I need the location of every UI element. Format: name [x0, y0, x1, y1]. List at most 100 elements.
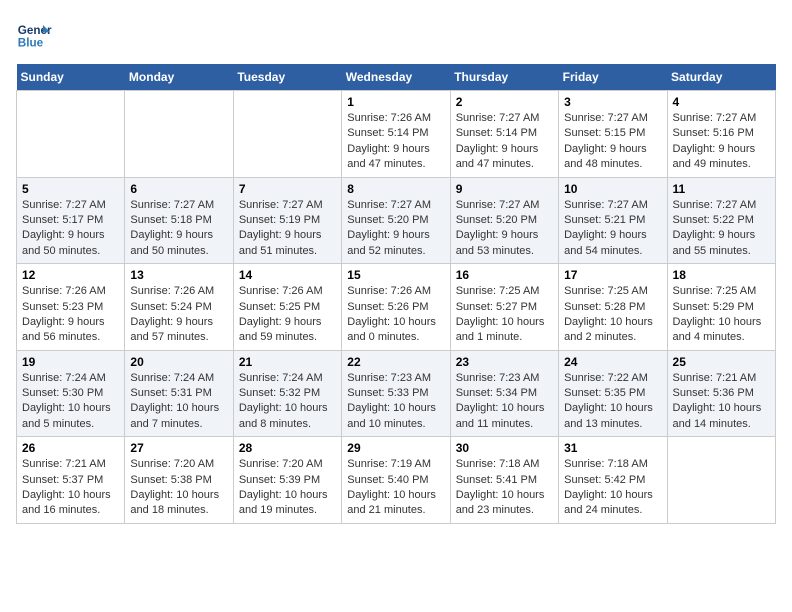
day-info: Sunrise: 7:26 AM Sunset: 5:24 PM Dayligh…: [130, 284, 227, 346]
day-number: 15: [347, 268, 444, 282]
day-number: 12: [22, 268, 119, 282]
calendar-cell: 30 Sunrise: 7:18 AM Sunset: 5:41 PM Dayli…: [450, 437, 558, 524]
weekday-header: Sunday: [17, 64, 125, 91]
day-number: 14: [239, 268, 336, 282]
day-number: 30: [456, 441, 553, 455]
day-info: Sunrise: 7:21 AM Sunset: 5:37 PM Dayligh…: [22, 457, 119, 519]
calendar-cell: [233, 91, 341, 178]
weekday-header: Friday: [559, 64, 667, 91]
day-info: Sunrise: 7:21 AM Sunset: 5:36 PM Dayligh…: [673, 371, 770, 433]
calendar-cell: 19Sunrise: 7:24 AM Sunset: 5:30 PM Dayli…: [17, 350, 125, 437]
day-info: Sunrise: 7:27 AM Sunset: 5:20 PM Dayligh…: [347, 198, 444, 260]
day-info: Sunrise: 7:26 AM Sunset: 5:14 PM Dayligh…: [347, 111, 444, 173]
day-info: Sunrise: 7:27 AM Sunset: 5:16 PM Dayligh…: [673, 111, 770, 173]
day-number: 7: [239, 182, 336, 196]
calendar-week-row: 5 Sunrise: 7:27 AM Sunset: 5:17 PM Daylig…: [17, 177, 776, 264]
day-number: 13: [130, 268, 227, 282]
day-number: 31: [564, 441, 661, 455]
logo: General Blue: [16, 16, 56, 52]
calendar-cell: 15 Sunrise: 7:26 AM Sunset: 5:26 PM Dayli…: [342, 264, 450, 351]
day-number: 3: [564, 95, 661, 109]
weekday-header: Monday: [125, 64, 233, 91]
calendar-cell: 26 Sunrise: 7:21 AM Sunset: 5:37 PM Dayli…: [17, 437, 125, 524]
calendar-cell: 14 Sunrise: 7:26 AM Sunset: 5:25 PM Dayli…: [233, 264, 341, 351]
calendar-cell: 25 Sunrise: 7:21 AM Sunset: 5:36 PM Dayli…: [667, 350, 775, 437]
day-number: 21: [239, 355, 336, 369]
day-number: 1: [347, 95, 444, 109]
day-number: 11: [673, 182, 770, 196]
day-info: Sunrise: 7:25 AM Sunset: 5:27 PM Dayligh…: [456, 284, 553, 346]
calendar-cell: 8 Sunrise: 7:27 AM Sunset: 5:20 PM Daylig…: [342, 177, 450, 264]
day-number: 19: [22, 355, 119, 369]
calendar-cell: 12 Sunrise: 7:26 AM Sunset: 5:23 PM Dayli…: [17, 264, 125, 351]
day-number: 17: [564, 268, 661, 282]
calendar-cell: 10 Sunrise: 7:27 AM Sunset: 5:21 PM Dayli…: [559, 177, 667, 264]
calendar-cell: 24Sunrise: 7:22 AM Sunset: 5:35 PM Dayli…: [559, 350, 667, 437]
calendar-cell: 22 Sunrise: 7:23 AM Sunset: 5:33 PM Dayli…: [342, 350, 450, 437]
day-info: Sunrise: 7:23 AM Sunset: 5:33 PM Dayligh…: [347, 371, 444, 433]
day-number: 22: [347, 355, 444, 369]
calendar-cell: 5 Sunrise: 7:27 AM Sunset: 5:17 PM Daylig…: [17, 177, 125, 264]
day-info: Sunrise: 7:18 AM Sunset: 5:41 PM Dayligh…: [456, 457, 553, 519]
calendar-cell: 1 Sunrise: 7:26 AM Sunset: 5:14 PM Daylig…: [342, 91, 450, 178]
calendar-cell: 9 Sunrise: 7:27 AM Sunset: 5:20 PM Daylig…: [450, 177, 558, 264]
calendar-cell: [125, 91, 233, 178]
page-header: General Blue: [16, 16, 776, 52]
day-number: 16: [456, 268, 553, 282]
calendar-cell: 20Sunrise: 7:24 AM Sunset: 5:31 PM Dayli…: [125, 350, 233, 437]
day-number: 5: [22, 182, 119, 196]
calendar-cell: 11Sunrise: 7:27 AM Sunset: 5:22 PM Dayli…: [667, 177, 775, 264]
calendar-cell: 3 Sunrise: 7:27 AM Sunset: 5:15 PM Daylig…: [559, 91, 667, 178]
day-number: 4: [673, 95, 770, 109]
calendar-cell: [17, 91, 125, 178]
day-info: Sunrise: 7:25 AM Sunset: 5:28 PM Dayligh…: [564, 284, 661, 346]
day-number: 8: [347, 182, 444, 196]
calendar-table: SundayMondayTuesdayWednesdayThursdayFrid…: [16, 64, 776, 524]
day-number: 2: [456, 95, 553, 109]
day-info: Sunrise: 7:19 AM Sunset: 5:40 PM Dayligh…: [347, 457, 444, 519]
svg-text:Blue: Blue: [18, 37, 44, 50]
day-number: 6: [130, 182, 227, 196]
day-info: Sunrise: 7:26 AM Sunset: 5:23 PM Dayligh…: [22, 284, 119, 346]
day-number: 9: [456, 182, 553, 196]
calendar-cell: 31 Sunrise: 7:18 AM Sunset: 5:42 PM Dayli…: [559, 437, 667, 524]
calendar-cell: 6 Sunrise: 7:27 AM Sunset: 5:18 PM Daylig…: [125, 177, 233, 264]
day-number: 23: [456, 355, 553, 369]
day-info: Sunrise: 7:27 AM Sunset: 5:17 PM Dayligh…: [22, 198, 119, 260]
calendar-cell: 13 Sunrise: 7:26 AM Sunset: 5:24 PM Dayli…: [125, 264, 233, 351]
calendar-cell: 28 Sunrise: 7:20 AM Sunset: 5:39 PM Dayli…: [233, 437, 341, 524]
calendar-week-row: 1 Sunrise: 7:26 AM Sunset: 5:14 PM Daylig…: [17, 91, 776, 178]
day-info: Sunrise: 7:26 AM Sunset: 5:26 PM Dayligh…: [347, 284, 444, 346]
day-number: 24: [564, 355, 661, 369]
day-info: Sunrise: 7:27 AM Sunset: 5:18 PM Dayligh…: [130, 198, 227, 260]
calendar-cell: [667, 437, 775, 524]
day-info: Sunrise: 7:26 AM Sunset: 5:25 PM Dayligh…: [239, 284, 336, 346]
day-info: Sunrise: 7:27 AM Sunset: 5:19 PM Dayligh…: [239, 198, 336, 260]
day-info: Sunrise: 7:20 AM Sunset: 5:39 PM Dayligh…: [239, 457, 336, 519]
calendar-cell: 4 Sunrise: 7:27 AM Sunset: 5:16 PM Daylig…: [667, 91, 775, 178]
day-number: 28: [239, 441, 336, 455]
calendar-week-row: 12 Sunrise: 7:26 AM Sunset: 5:23 PM Dayli…: [17, 264, 776, 351]
calendar-cell: 16 Sunrise: 7:25 AM Sunset: 5:27 PM Dayli…: [450, 264, 558, 351]
calendar-cell: 2Sunrise: 7:27 AM Sunset: 5:14 PM Daylig…: [450, 91, 558, 178]
weekday-header: Wednesday: [342, 64, 450, 91]
day-number: 10: [564, 182, 661, 196]
day-info: Sunrise: 7:18 AM Sunset: 5:42 PM Dayligh…: [564, 457, 661, 519]
day-info: Sunrise: 7:27 AM Sunset: 5:20 PM Dayligh…: [456, 198, 553, 260]
calendar-cell: 29 Sunrise: 7:19 AM Sunset: 5:40 PM Dayli…: [342, 437, 450, 524]
day-info: Sunrise: 7:25 AM Sunset: 5:29 PM Dayligh…: [673, 284, 770, 346]
calendar-week-row: 19Sunrise: 7:24 AM Sunset: 5:30 PM Dayli…: [17, 350, 776, 437]
day-number: 26: [22, 441, 119, 455]
day-info: Sunrise: 7:23 AM Sunset: 5:34 PM Dayligh…: [456, 371, 553, 433]
day-number: 29: [347, 441, 444, 455]
weekday-header: Thursday: [450, 64, 558, 91]
day-info: Sunrise: 7:27 AM Sunset: 5:15 PM Dayligh…: [564, 111, 661, 173]
day-info: Sunrise: 7:27 AM Sunset: 5:21 PM Dayligh…: [564, 198, 661, 260]
day-info: Sunrise: 7:24 AM Sunset: 5:32 PM Dayligh…: [239, 371, 336, 433]
day-info: Sunrise: 7:20 AM Sunset: 5:38 PM Dayligh…: [130, 457, 227, 519]
day-info: Sunrise: 7:24 AM Sunset: 5:31 PM Dayligh…: [130, 371, 227, 433]
day-number: 25: [673, 355, 770, 369]
calendar-cell: 18Sunrise: 7:25 AM Sunset: 5:29 PM Dayli…: [667, 264, 775, 351]
weekday-header: Saturday: [667, 64, 775, 91]
weekday-header: Tuesday: [233, 64, 341, 91]
